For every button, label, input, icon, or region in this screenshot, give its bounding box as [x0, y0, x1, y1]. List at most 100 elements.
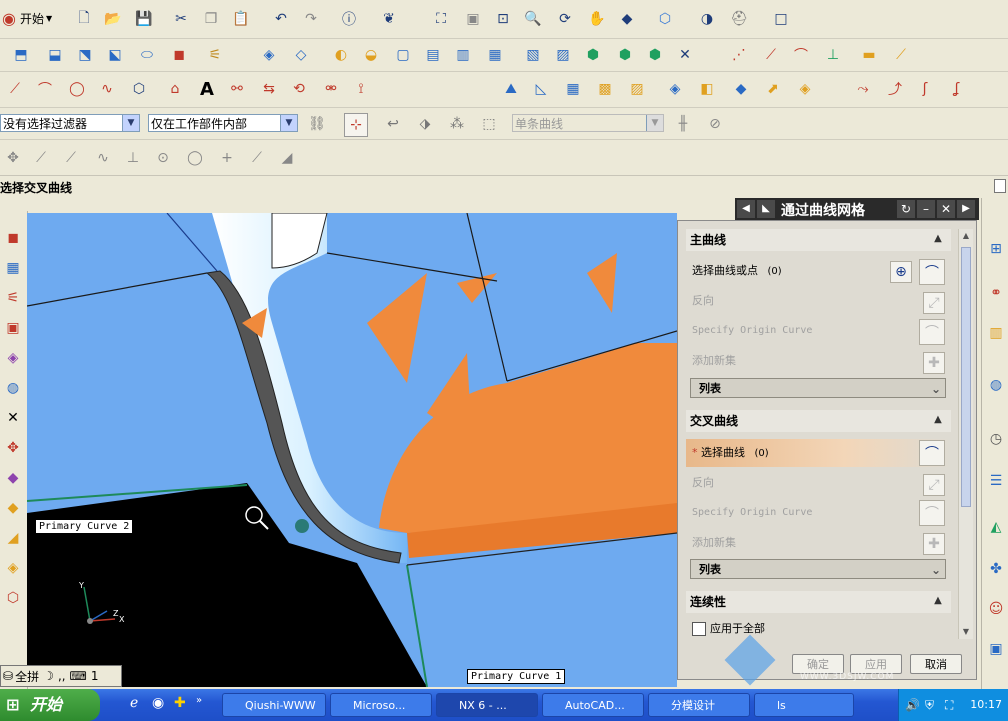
chamfer-icon[interactable]: ◒: [360, 44, 382, 66]
shield-icon[interactable]: ⛨: [925, 689, 934, 721]
cross-list-toggle[interactable]: 列表 ⌄: [690, 559, 946, 579]
navigator-tree-icon[interactable]: ⊞: [985, 238, 1007, 260]
unite-icon[interactable]: ⬢: [582, 44, 604, 66]
task-microsoft[interactable]: Microso...: [330, 693, 432, 717]
cut-icon[interactable]: ✂: [170, 8, 192, 30]
sketch-point-icon[interactable]: ⋰: [728, 44, 750, 66]
measure-icon[interactable]: ▬: [858, 44, 880, 66]
circle-icon[interactable]: ◯: [66, 78, 88, 100]
intersect-icon[interactable]: ⬢: [644, 44, 666, 66]
surface-icon[interactable]: ⛰: [500, 78, 522, 100]
feature-select-icon[interactable]: ⬗: [414, 113, 436, 135]
open-folder-icon[interactable]: 📂: [102, 8, 124, 30]
orient-view-icon[interactable]: ⬡: [654, 8, 676, 30]
dialog-titlebar[interactable]: ◀ ◣ 通过曲线网格 ↻ – ✕ ▶: [735, 198, 979, 220]
origin-curve-icon[interactable]: ⌒: [919, 500, 945, 526]
main-curves-header[interactable]: 主曲线 ▲: [686, 229, 951, 251]
new-file-icon[interactable]: 🗋: [73, 8, 95, 30]
minimize-icon[interactable]: –: [917, 200, 935, 218]
curve-analysis-icon[interactable]: ⤳: [852, 78, 874, 100]
clock-icon[interactable]: ◷: [985, 428, 1007, 450]
save-icon[interactable]: 💾: [133, 8, 155, 30]
trim-body-icon[interactable]: ◇: [290, 44, 312, 66]
perspective-icon[interactable]: ◆: [616, 8, 638, 30]
selection-scope-select[interactable]: 仅在工作部件内部 ▼: [148, 114, 298, 132]
manufacturing-wizard-icon[interactable]: ◆: [2, 497, 24, 519]
cylinder-icon[interactable]: ⬭: [136, 44, 158, 66]
assembly-navigator-icon[interactable]: ▦: [2, 257, 24, 279]
web-icon[interactable]: ◍: [985, 374, 1007, 396]
collapse-icon[interactable]: ▲: [931, 594, 945, 608]
quick-launch-icon[interactable]: ✚: [174, 695, 186, 711]
scroll-thumb[interactable]: [961, 247, 971, 507]
clock[interactable]: 10:17: [970, 698, 1002, 711]
process-studio-icon[interactable]: ◆: [2, 467, 24, 489]
edit-curve-icon[interactable]: ʆ: [946, 78, 968, 100]
revolve-icon[interactable]: ⬔: [74, 44, 96, 66]
mid-point-icon[interactable]: ⟋: [60, 147, 82, 169]
roles-icon[interactable]: ☺: [985, 598, 1007, 620]
materials-icon[interactable]: ◭: [985, 516, 1007, 538]
swept-icon[interactable]: ▨: [626, 78, 648, 100]
part-navigator-icon[interactable]: ◼: [2, 227, 24, 249]
zoom-icon[interactable]: 🔍: [522, 8, 544, 30]
ruled-surface-icon[interactable]: ◺: [530, 78, 552, 100]
task-ls[interactable]: ls: [754, 693, 854, 717]
reverse-direction-icon[interactable]: ⤢: [923, 292, 945, 314]
extend-sheet-icon[interactable]: ⬈: [762, 78, 784, 100]
redo-icon[interactable]: ↷: [300, 8, 322, 30]
sew-icon[interactable]: ◧: [696, 78, 718, 100]
bridge-curve-icon[interactable]: ⟲: [288, 78, 310, 100]
pattern-icon[interactable]: ⚟: [204, 44, 226, 66]
body-select-icon[interactable]: ⬚: [478, 113, 500, 135]
task-mold-design[interactable]: 分模设计: [648, 693, 750, 717]
extract-icon[interactable]: ▨: [552, 44, 574, 66]
collapse-icon[interactable]: ▲: [931, 232, 945, 246]
snap-point-icon[interactable]: ⊹: [344, 113, 368, 137]
existing-point-icon[interactable]: +: [216, 147, 238, 169]
volume-icon[interactable]: 🔊: [905, 689, 920, 721]
reset-icon[interactable]: ↻: [897, 200, 915, 218]
curve-rule-select[interactable]: 单条曲线 ▼: [512, 114, 664, 132]
shell-icon[interactable]: ▢: [392, 44, 414, 66]
browser-icon[interactable]: ◉: [152, 695, 164, 711]
blend-icon[interactable]: ◐: [330, 44, 352, 66]
fit-view-icon[interactable]: ⛶: [430, 8, 452, 30]
through-curves-icon[interactable]: ▦: [562, 78, 584, 100]
sketch-arc-icon[interactable]: ⌒: [790, 44, 812, 66]
roles-icon[interactable]: ◢: [2, 527, 24, 549]
hole-icon[interactable]: ⬕: [104, 44, 126, 66]
add-set-icon[interactable]: ✚: [923, 352, 945, 374]
point-on-surface-icon[interactable]: ◢: [276, 147, 298, 169]
constraints-icon[interactable]: ⚭: [985, 282, 1007, 304]
continuity-header[interactable]: 连续性 ▲: [686, 591, 951, 613]
intersect-curve-icon[interactable]: ⚮: [320, 78, 342, 100]
library-icon[interactable]: ▥: [985, 322, 1007, 344]
text-icon[interactable]: A: [196, 78, 218, 100]
mirror-icon[interactable]: ▧: [522, 44, 544, 66]
point-select-icon[interactable]: ⁂: [446, 113, 468, 135]
trim-sheet-icon[interactable]: ◆: [730, 78, 752, 100]
reuse-library-icon[interactable]: ▣: [2, 317, 24, 339]
system-materials-icon[interactable]: ✥: [2, 437, 24, 459]
hd3d-tools-icon[interactable]: ◈: [2, 347, 24, 369]
intersection-point-icon[interactable]: ⊥: [122, 147, 144, 169]
sketch-line-icon[interactable]: ⟋: [760, 44, 782, 66]
quadrant-point-icon[interactable]: ◯: [184, 147, 206, 169]
select-curve-icon[interactable]: ⌒: [919, 440, 945, 466]
web-browser-icon[interactable]: ◍: [2, 377, 24, 399]
offset-surface-icon[interactable]: ◈: [794, 78, 816, 100]
render-style-icon[interactable]: ❦: [378, 8, 400, 30]
curve-mesh-icon[interactable]: ▩: [594, 78, 616, 100]
split-body-icon[interactable]: ✕: [674, 44, 696, 66]
line-icon[interactable]: ⟋: [4, 78, 26, 100]
polygon-icon[interactable]: ⬡: [128, 78, 150, 100]
point-on-curve-icon[interactable]: ⟋: [246, 147, 268, 169]
constraint-navigator-icon[interactable]: ⚟: [2, 287, 24, 309]
restore-icon[interactable]: [994, 179, 1006, 193]
origin-curve-icon[interactable]: ⌒: [919, 319, 945, 345]
point-dialog-icon[interactable]: ⊕: [890, 261, 912, 283]
task-qiushi[interactable]: Qiushi-WWW: [222, 693, 326, 717]
n-sided-icon[interactable]: ◈: [664, 78, 686, 100]
cross-select-row[interactable]: * 选择曲线 (0): [686, 439, 951, 467]
